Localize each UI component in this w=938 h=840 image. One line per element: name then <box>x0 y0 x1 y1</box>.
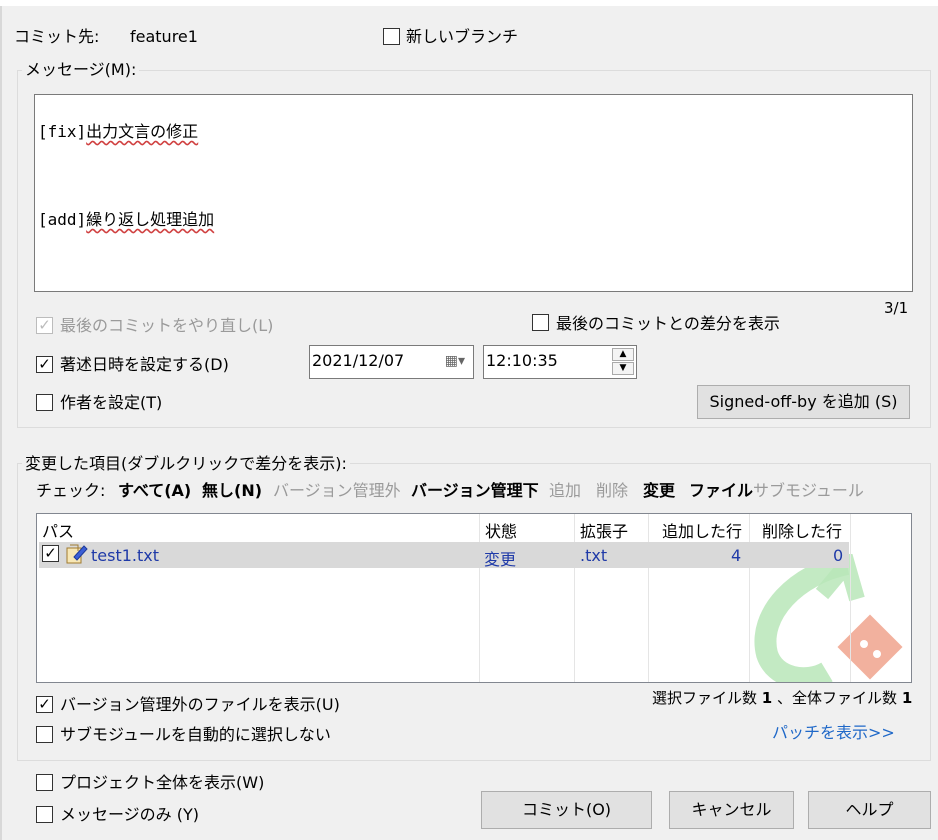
check-label: チェック: <box>36 481 106 500</box>
file-deleted-lines: 0 <box>833 546 844 565</box>
commit-button[interactable]: コミット(O) <box>481 791 652 829</box>
date-value: 2021/12/07 <box>312 351 405 370</box>
column-path[interactable]: パス <box>42 518 74 542</box>
filter-added: 追加 <box>549 481 582 500</box>
filter-modified[interactable]: 変更 <box>643 481 675 501</box>
message-line-2: [add]繰り返し処理追加 <box>38 210 215 229</box>
show-diff-checkbox[interactable] <box>532 314 549 331</box>
set-author-checkbox[interactable] <box>36 394 53 411</box>
column-divider <box>479 514 480 682</box>
spin-down-icon[interactable]: ▼ <box>612 362 634 375</box>
changes-group-label: 変更した項目(ダブルクリックで差分を表示): <box>22 454 350 474</box>
selected-label: 選択ファイル数 <box>652 689 758 707</box>
filter-submodules: サブモジュール <box>753 481 864 500</box>
column-divider <box>574 514 575 682</box>
file-count-summary: 選択ファイル数 1 、全体ファイル数 1 <box>652 688 912 708</box>
changed-files-list[interactable]: パス 状態 拡張子 追加した行 削除した行 test1.txt 変更 .txt … <box>36 513 912 683</box>
filter-none[interactable]: 無し(N) <box>202 481 262 501</box>
message-group-label: メッセージ(M): <box>22 60 140 80</box>
show-patch-link[interactable]: パッチを表示>> <box>772 723 895 743</box>
column-deleted-lines[interactable]: 削除した行 <box>762 518 842 542</box>
filter-all[interactable]: すべて(A) <box>118 481 191 501</box>
filter-unversioned: バージョン管理外 <box>273 481 401 500</box>
table-row[interactable] <box>39 542 849 568</box>
no-auto-submodule-label: サブモジュールを自動的に選択しない <box>60 725 331 744</box>
cancel-button[interactable]: キャンセル <box>669 791 794 829</box>
help-button[interactable]: ヘルプ <box>808 791 931 829</box>
tortoisegit-logo-icon <box>754 554 903 682</box>
filter-versioned[interactable]: バージョン管理下 <box>411 481 539 501</box>
signoff-button[interactable]: Signed-off-by を追加 (S) <box>697 385 910 419</box>
commit-message-textarea[interactable]: [fix]出力文言の修正 [add]繰り返し処理追加 <box>34 94 913 292</box>
spin-up-icon[interactable]: ▲ <box>612 348 634 361</box>
message-only-label: メッセージのみ (Y) <box>60 805 200 824</box>
commit-target-label: コミット先: <box>14 27 100 46</box>
date-picker[interactable]: 2021/12/07 ▦▾ <box>309 345 474 379</box>
total-count: 1 <box>901 689 913 707</box>
show-unversioned-label: バージョン管理外のファイルを表示(U) <box>60 695 340 714</box>
column-extension[interactable]: 拡張子 <box>580 518 628 542</box>
total-label: 、全体ファイル数 <box>777 689 898 707</box>
show-project-label: プロジェクト全体を表示(W) <box>60 773 265 792</box>
time-value: 12:10:35 <box>486 351 558 370</box>
column-divider <box>648 514 649 682</box>
file-extension: .txt <box>580 546 608 565</box>
column-divider <box>850 514 851 682</box>
column-divider <box>749 514 750 682</box>
filter-deleted: 削除 <box>596 481 629 500</box>
filter-files[interactable]: ファイル <box>689 481 753 501</box>
file-path: test1.txt <box>91 546 160 565</box>
file-status: 変更 <box>484 550 517 569</box>
show-project-checkbox[interactable] <box>36 774 53 791</box>
new-branch-label: 新しいブランチ <box>406 27 519 46</box>
time-input[interactable]: 12:10:35 ▲ ▼ <box>483 345 637 379</box>
selected-count: 1 <box>761 689 773 707</box>
set-date-checkbox[interactable] <box>36 356 53 373</box>
file-row-checkbox[interactable] <box>42 545 59 562</box>
file-added-lines: 4 <box>731 546 742 565</box>
window-left-edge <box>0 6 2 840</box>
cursor-position: 3/1 <box>884 299 909 317</box>
show-unversioned-checkbox[interactable] <box>36 696 53 713</box>
column-added-lines[interactable]: 追加した行 <box>662 518 742 542</box>
set-date-label: 著述日時を設定する(D) <box>60 355 229 374</box>
message-only-checkbox[interactable] <box>36 806 53 823</box>
amend-checkbox <box>36 317 53 334</box>
modified-file-icon <box>64 543 88 565</box>
branch-name: feature1 <box>130 27 198 46</box>
column-status[interactable]: 状態 <box>485 518 517 542</box>
new-branch-checkbox[interactable] <box>383 28 400 45</box>
amend-label: 最後のコミットをやり直し(L) <box>60 316 274 335</box>
set-author-label: 作者を設定(T) <box>60 393 163 412</box>
no-auto-submodule-checkbox[interactable] <box>36 726 53 743</box>
window-top-edge <box>0 0 938 6</box>
show-diff-label: 最後のコミットとの差分を表示 <box>556 314 780 333</box>
message-line-1: [fix]出力文言の修正 <box>38 122 199 141</box>
calendar-icon[interactable]: ▦▾ <box>445 346 465 376</box>
